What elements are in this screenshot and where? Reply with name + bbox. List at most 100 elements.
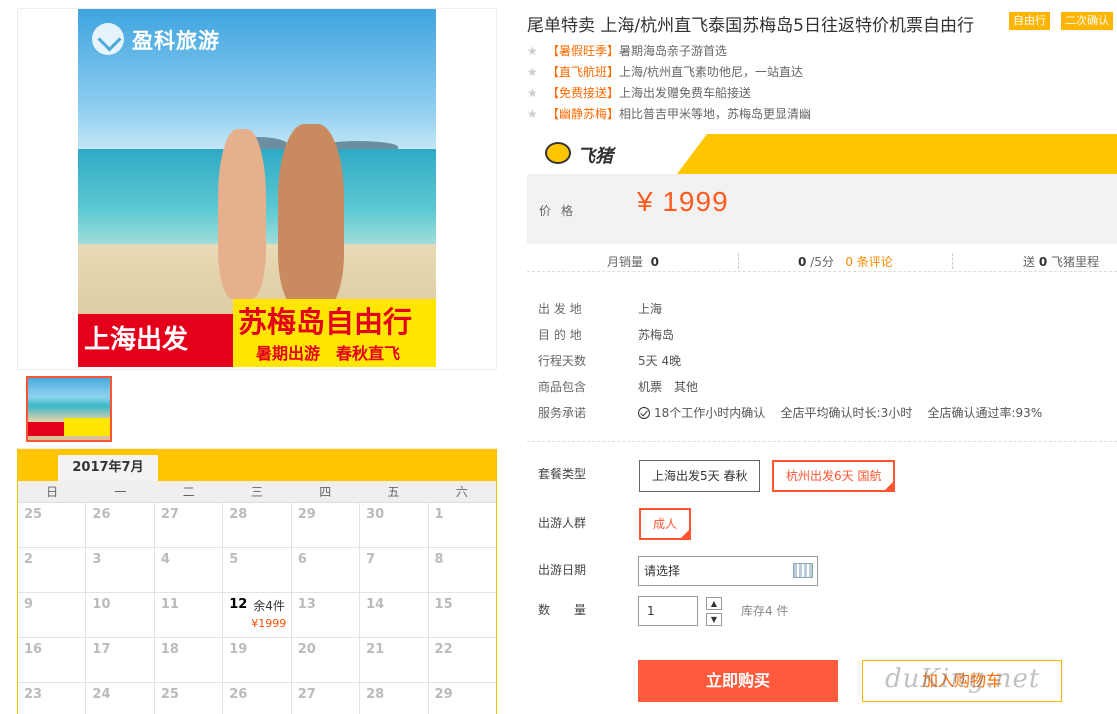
calendar-day-number: 24 xyxy=(92,687,111,702)
calendar-day-cell[interactable]: 10 xyxy=(86,593,155,637)
calendar-day-cell[interactable]: 24 xyxy=(86,683,155,714)
calendar-day-price: ¥1999 xyxy=(251,617,287,630)
calendar-day-cell[interactable]: 18 xyxy=(155,638,224,682)
feature-item: ★ 【幽静苏梅】相比普吉甲米等地，苏梅岛更显清幽 xyxy=(527,104,811,125)
brand-logo-icon xyxy=(92,23,124,55)
travel-date-input[interactable]: 请选择 xyxy=(638,556,818,586)
quantity-input[interactable]: 1 xyxy=(638,596,698,626)
monthly-sales: 月销量 0 xyxy=(607,255,660,269)
feature-list: ★ 【暑假旺季】暑期海岛亲子游首选 ★ 【直飞航班】上海/杭州直飞素叻他尼，一站直达… xyxy=(527,41,811,125)
weekday-label: 三 xyxy=(250,485,263,499)
calendar-day-cell[interactable]: 8 xyxy=(429,548,496,592)
calendar-day-cell[interactable]: 15 xyxy=(429,593,496,637)
calendar-day-number: 12 xyxy=(229,597,248,612)
fliggy-brand-text: 飞猪 xyxy=(577,146,613,167)
calendar-day-cell[interactable]: 19 xyxy=(223,638,292,682)
calendar-day-cell[interactable]: 13 xyxy=(292,593,361,637)
crowd-option-adult[interactable]: 成人 xyxy=(639,508,692,540)
calendar-week-row: 16 17 18 19 20 21 22 xyxy=(18,638,496,683)
calendar-day-number: 14 xyxy=(366,597,385,612)
calendar-day-number: 29 xyxy=(297,507,316,522)
weekday-label: 二 xyxy=(182,485,195,499)
rating-summary: 0 /5分 0 条评论 xyxy=(798,255,893,269)
calendar-day-cell[interactable]: 1 xyxy=(429,503,496,547)
quantity-decrease-button[interactable]: ▼ xyxy=(706,613,722,626)
calendar-day-cell[interactable]: 30 xyxy=(360,503,429,547)
calendar-day-cell[interactable]: 25 xyxy=(18,503,87,547)
star-icon: ★ xyxy=(527,86,538,100)
calendar-day-cell[interactable]: 28 xyxy=(223,503,292,547)
calendar-day-cell[interactable]: 29 xyxy=(292,503,361,547)
calendar-day-cell[interactable]: 5 xyxy=(223,548,292,592)
stock-text: 库存4 件 xyxy=(741,604,789,618)
calendar-day-number: 8 xyxy=(434,552,444,567)
package-option-spring[interactable]: 上海出发5天 春秋 xyxy=(639,460,761,492)
calendar-day-cell[interactable]: 27 xyxy=(292,683,361,714)
calendar-day-cell[interactable]: 26 xyxy=(86,503,155,547)
fliggy-logo-icon xyxy=(545,142,571,164)
calendar-day-cell[interactable]: 21 xyxy=(360,638,429,682)
calendar-day-number: 4 xyxy=(160,552,170,567)
calendar-grid: 25 26 27 28 29 30 1 2 3 4 5 6 7 8 9 10 11 12 余4件 ¥1999 13 14 1… xyxy=(18,503,496,714)
weekday-label: 一 xyxy=(114,485,127,499)
calendar-day-cell[interactable]: 4 xyxy=(155,548,224,592)
calendar-day-cell[interactable]: 9 xyxy=(18,593,87,637)
calendar-day-cell[interactable]: 14 xyxy=(360,593,429,637)
reviews-link[interactable]: 0 条评论 xyxy=(845,255,892,269)
calendar-day-stock: 余4件 xyxy=(253,599,285,613)
calendar-day-cell[interactable]: 23 xyxy=(18,683,87,714)
calendar-day-cell[interactable]: 26 xyxy=(223,683,292,714)
calendar-day-number: 13 xyxy=(297,597,316,612)
calendar-day-cell[interactable]: 12 余4件 ¥1999 xyxy=(223,593,292,637)
banner-departure: 上海出发 xyxy=(78,314,255,367)
package-option-airchina[interactable]: 杭州出发6天 国航 xyxy=(772,460,896,492)
section-divider xyxy=(527,441,1117,442)
calendar-day-cell[interactable]: 25 xyxy=(155,683,224,714)
calendar-day-number: 5 xyxy=(229,552,239,567)
woman-figure xyxy=(218,129,266,299)
calendar-day-cell[interactable]: 20 xyxy=(292,638,361,682)
calendar-day-cell[interactable]: 3 xyxy=(86,548,155,592)
product-thumbnail[interactable] xyxy=(26,376,112,442)
calendar-day-cell[interactable]: 17 xyxy=(86,638,155,682)
calendar-icon[interactable] xyxy=(793,563,813,578)
calendar-month-tab[interactable]: 2017年7月 xyxy=(58,455,158,481)
calendar-day-cell[interactable]: 16 xyxy=(18,638,87,682)
calendar-day-number: 26 xyxy=(92,507,111,522)
price-box: 飞猪 价格 ¥ 1999 xyxy=(527,134,1117,244)
calendar-day-number: 10 xyxy=(92,597,111,612)
calendar-week-row: 9 10 11 12 余4件 ¥1999 13 14 15 xyxy=(18,593,496,638)
calendar-day-cell[interactable]: 6 xyxy=(292,548,361,592)
calendar-day-number: 28 xyxy=(366,687,385,702)
check-circle-icon xyxy=(638,407,650,419)
sales-stats: 月销量 0 0 /5分 0 条评论 送 0 飞猪里程 xyxy=(527,250,1117,272)
banner-subtitle: 暑期出游 春秋直飞 xyxy=(256,344,401,363)
mileage-reward: 送 0 飞猪里程 xyxy=(1023,255,1100,269)
product-main-image[interactable]: 盈科旅游 上海出发 苏梅岛自由行 暑期出游 春秋直飞 xyxy=(78,9,436,367)
crowd-label: 出游人群 xyxy=(538,516,587,530)
tag-free-travel: 自由行 xyxy=(1009,12,1050,30)
calendar-day-cell[interactable]: 22 xyxy=(429,638,496,682)
calendar-day-number: 18 xyxy=(160,642,179,657)
calendar-day-number: 9 xyxy=(24,597,34,612)
quantity-increase-button[interactable]: ▲ xyxy=(706,597,722,610)
star-icon: ★ xyxy=(527,65,538,79)
calendar-day-number: 3 xyxy=(92,552,102,567)
calendar-day-number: 25 xyxy=(160,687,179,702)
calendar-week-row: 2 3 4 5 6 7 8 xyxy=(18,548,496,593)
calendar-day-cell[interactable]: 7 xyxy=(360,548,429,592)
calendar-day-cell[interactable]: 11 xyxy=(155,593,224,637)
calendar-day-cell[interactable]: 27 xyxy=(155,503,224,547)
feature-item: ★ 【免费接送】上海出发赠免费车船接送 xyxy=(527,83,811,104)
calendar-day-number: 7 xyxy=(366,552,376,567)
brand-logo-text: 盈科旅游 xyxy=(132,30,220,53)
travel-date-label: 出游日期 xyxy=(538,563,587,577)
calendar-day-cell[interactable]: 28 xyxy=(360,683,429,714)
tag-second-confirm: 二次确认 xyxy=(1061,12,1113,30)
product-title: 尾单特卖 上海/杭州直飞泰国苏梅岛5日往返特价机票自由行 xyxy=(527,16,974,36)
calendar-day-cell[interactable]: 29 xyxy=(429,683,496,714)
price-calendar: 2017年7月 日 一 二 三 四 五 六 25 26 27 28 29 30 1 2 3 4 5 6… xyxy=(17,449,497,714)
calendar-day-cell[interactable]: 2 xyxy=(18,548,87,592)
calendar-day-number: 21 xyxy=(366,642,385,657)
buy-now-button[interactable]: 立即购买 xyxy=(638,660,838,702)
